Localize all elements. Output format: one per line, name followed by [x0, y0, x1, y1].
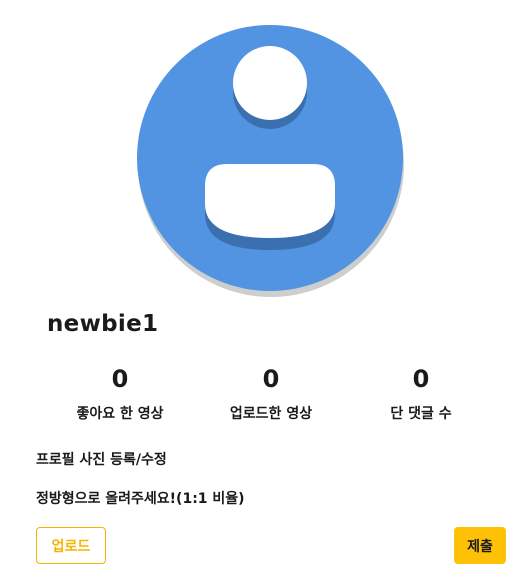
stat-value: 0	[412, 365, 430, 393]
photo-ratio-hint: 정방형으로 올려주세요!(1:1 비율)	[36, 491, 245, 507]
stat-value: 0	[262, 365, 280, 393]
stat-uploaded-videos: 0 업로드한 영상	[191, 362, 351, 424]
upload-button[interactable]: 업로드	[36, 527, 106, 564]
stat-label: 업로드한 영상	[229, 406, 313, 422]
profile-avatar	[120, 8, 420, 308]
stat-comments: 0 단 댓글 수	[341, 362, 501, 424]
profile-stats: 0 좋아요 한 영상 0 업로드한 영상 0 단 댓글 수	[0, 362, 529, 432]
photo-section-title: 프로필 사진 등록/수정	[36, 452, 167, 468]
submit-button[interactable]: 제출	[454, 527, 506, 564]
stat-label: 좋아요 한 영상	[76, 406, 164, 422]
stat-label: 단 댓글 수	[390, 406, 452, 422]
username: newbie1	[47, 311, 159, 337]
stat-liked-videos: 0 좋아요 한 영상	[40, 362, 200, 424]
stat-value: 0	[111, 365, 129, 393]
default-user-avatar-icon	[121, 9, 419, 307]
